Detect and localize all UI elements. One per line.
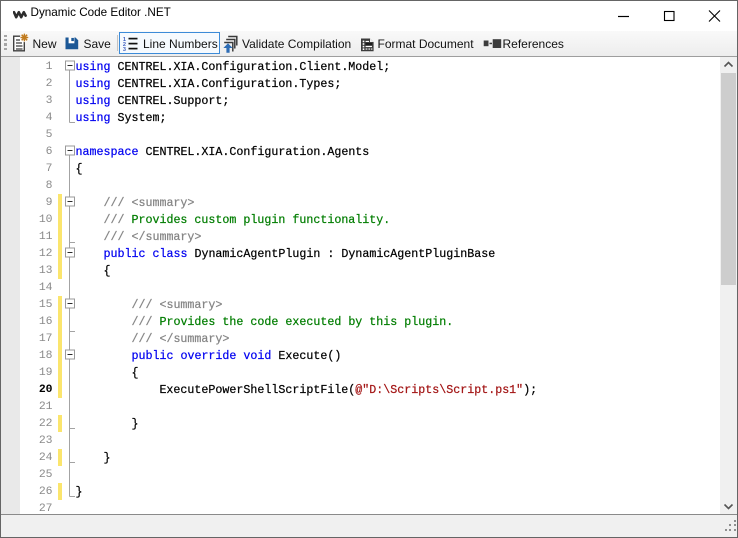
svg-text:3: 3 xyxy=(123,47,126,52)
